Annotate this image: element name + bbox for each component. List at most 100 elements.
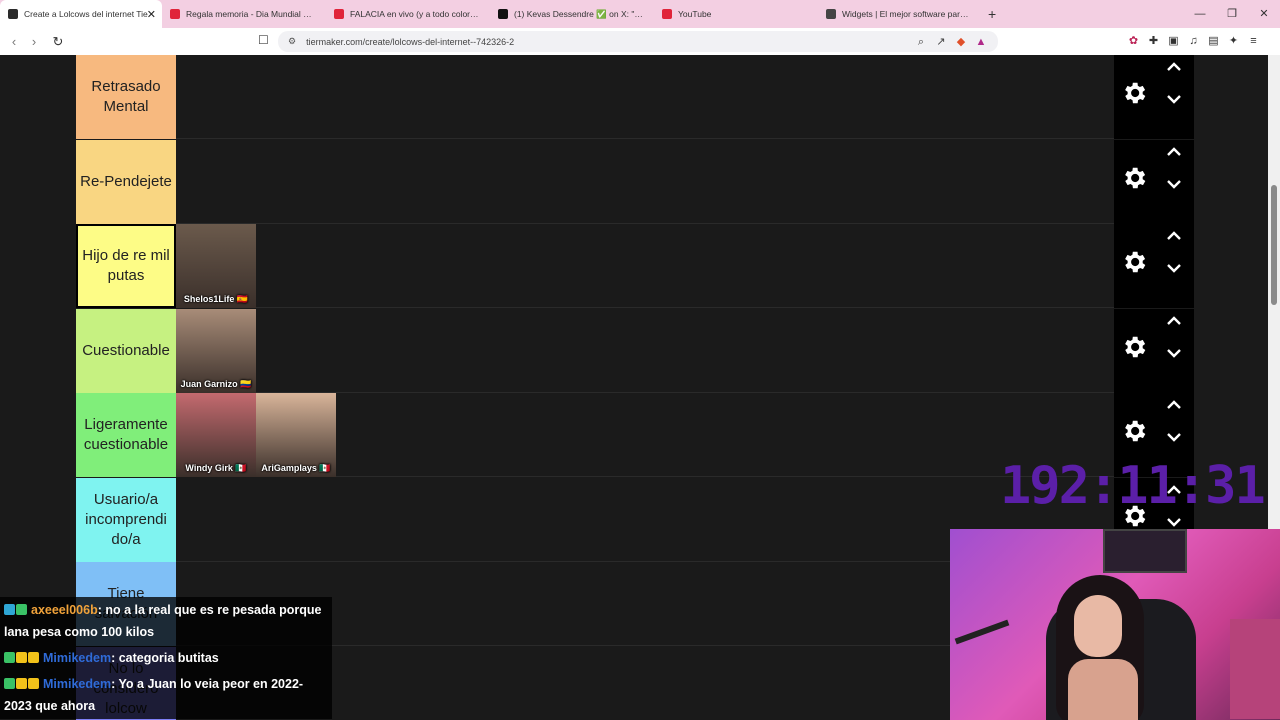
tier-controls (1114, 308, 1194, 393)
chevron-up-icon[interactable] (1164, 142, 1184, 162)
address-bar[interactable]: ⚙ tiermaker.com/create/lolcows-del-inter… (278, 31, 998, 52)
brave-shields-icon[interactable]: ◆ (952, 33, 970, 51)
sidebar-icon[interactable]: ▣ (1165, 32, 1182, 50)
tab-regala-memoria[interactable]: Regala memoria - Dia Mundial del Al (162, 0, 326, 28)
youtube-favicon-icon (662, 9, 672, 19)
tier-label[interactable]: Hijo de re mil putas (76, 224, 176, 308)
microphone-arm (954, 619, 1010, 645)
chat-badge-icon (16, 678, 27, 689)
background-shelf (1230, 619, 1280, 719)
tab-title: Regala memoria - Dia Mundial del Al (186, 9, 316, 19)
close-tab-icon[interactable]: ✕ (147, 8, 156, 21)
scrollbar-thumb[interactable] (1271, 185, 1277, 305)
window-controls: — ❐ ✕ (1184, 0, 1280, 28)
tier-row: Cuestionable Juan Garnizo 🇨🇴 (76, 308, 1114, 393)
tier-label[interactable]: Usuario/a incomprendi do/a (76, 477, 176, 562)
new-tab-button[interactable]: + (988, 6, 996, 22)
chat-badge-icon (28, 652, 39, 663)
tier-row: Retrasado Mental (76, 55, 1114, 139)
chevron-down-icon[interactable] (1164, 343, 1184, 363)
gear-icon[interactable] (1120, 164, 1148, 192)
tier-item-card[interactable]: Windy Girk 🇲🇽 (176, 393, 256, 477)
tab-x-kevas[interactable]: (1) Kevas Dessendre ✅ on X: "@Ha (490, 0, 654, 28)
puzzle-icon[interactable]: ✚ (1145, 32, 1162, 50)
reload-icon[interactable]: ↻ (48, 34, 68, 50)
leo-icon[interactable]: ✦ (1225, 32, 1242, 50)
x-favicon-icon (498, 9, 508, 19)
media-icon[interactable]: ♫ (1185, 32, 1202, 50)
brave-rewards-icon[interactable]: ▲ (972, 33, 990, 51)
bookmark-icon[interactable]: ☐ (258, 33, 269, 47)
url-text: tiermaker.com/create/lolcows-del-interne… (306, 36, 515, 47)
close-window-icon[interactable]: ✕ (1248, 0, 1280, 28)
chat-username: Mimikedem (43, 651, 112, 665)
widgets-favicon-icon (826, 9, 836, 19)
tiermaker-favicon-icon (8, 9, 18, 19)
chat-badge-icon (16, 652, 27, 663)
chat-badge-icon (4, 604, 15, 615)
tier-item-caption: AriGamplays 🇲🇽 (261, 463, 331, 473)
restore-icon[interactable]: ❐ (1216, 0, 1248, 28)
tier-item-caption: Shelos1Life 🇪🇸 (183, 294, 249, 304)
chat-badge-icon (4, 652, 15, 663)
chevron-up-icon[interactable] (1164, 57, 1184, 77)
zoom-icon[interactable]: ⌕ (912, 33, 930, 51)
chat-text: : categoria butitas (111, 651, 219, 665)
site-info-icon[interactable]: ⚙ (288, 36, 296, 47)
tier-item-card[interactable]: Shelos1Life 🇪🇸 (176, 224, 256, 308)
tier-controls (1114, 224, 1194, 308)
menu-icon[interactable]: ≡ (1245, 32, 1262, 50)
gear-icon[interactable] (1120, 417, 1148, 445)
tab-title: Create a Lolcows del internet Tie (24, 9, 148, 19)
webcam-overlay (950, 529, 1280, 720)
chevron-down-icon[interactable] (1164, 427, 1184, 447)
tab-title: YouTube (678, 9, 712, 19)
tier-items[interactable]: Juan Garnizo 🇨🇴 (176, 308, 256, 393)
chevron-down-icon[interactable] (1164, 258, 1184, 278)
tier-controls (1114, 55, 1194, 139)
wallet-icon[interactable]: ▤ (1205, 32, 1222, 50)
chat-overlay: axeeel006b: no a la real que es re pesad… (0, 597, 332, 720)
gear-icon[interactable] (1120, 248, 1148, 276)
tier-items[interactable]: Windy Girk 🇲🇽 AriGamplays 🇲🇽 (176, 393, 336, 477)
stream-timer: 192:11:31 (1000, 456, 1266, 516)
tab-tiermaker[interactable]: Create a Lolcows del internet Tie ✕ (0, 0, 162, 28)
chat-badge-icon (4, 678, 15, 689)
tier-item-card[interactable]: Juan Garnizo 🇨🇴 (176, 308, 256, 393)
gear-icon[interactable] (1120, 79, 1148, 107)
extension-icon[interactable]: ✿ (1125, 32, 1142, 50)
tab-youtube[interactable]: YouTube (654, 0, 818, 28)
tab-strip: Create a Lolcows del internet Tie ✕ Regal… (0, 0, 1280, 28)
share-icon[interactable]: ↗ (932, 33, 950, 51)
tier-item-caption: Windy Girk 🇲🇽 (185, 463, 247, 473)
minimize-icon[interactable]: — (1184, 0, 1216, 28)
navigation-bar: ‹ › ↻ ☐ ⚙ tiermaker.com/create/lolcows-d… (0, 28, 1280, 55)
tier-items[interactable]: Shelos1Life 🇪🇸 (176, 224, 256, 308)
chat-badge-icon (28, 678, 39, 689)
back-icon[interactable]: ‹ (4, 34, 24, 49)
tab-falacia[interactable]: FALACIA en vivo (y a todo color) - R (326, 0, 490, 28)
gear-icon[interactable] (1120, 333, 1148, 361)
chevron-down-icon[interactable] (1164, 89, 1184, 109)
chevron-up-icon[interactable] (1164, 226, 1184, 246)
tab-title: (1) Kevas Dessendre ✅ on X: "@Ha (514, 8, 644, 19)
chat-message: Mimikedem: categoria butitas (0, 645, 332, 671)
tier-label[interactable]: Re-Pendejete (76, 139, 176, 224)
tier-item-card[interactable]: AriGamplays 🇲🇽 (256, 393, 336, 477)
forward-icon[interactable]: › (24, 34, 44, 49)
tier-label[interactable]: Retrasado Mental (76, 55, 176, 139)
tab-widgets[interactable]: Widgets | El mejor software para pot (818, 0, 982, 28)
chevron-down-icon[interactable] (1164, 174, 1184, 194)
chat-username: axeeel006b (31, 603, 98, 617)
chevron-up-icon[interactable] (1164, 311, 1184, 331)
chat-badge-icon (16, 604, 27, 615)
tier-label[interactable]: Cuestionable (76, 308, 176, 393)
tier-controls (1114, 139, 1194, 224)
tier-row: Ligeramente cuestionable Windy Girk 🇲🇽 Ari… (76, 393, 1114, 477)
tab-title: Widgets | El mejor software para pot (842, 9, 972, 19)
chevron-up-icon[interactable] (1164, 395, 1184, 415)
chat-message: axeeel006b: no a la real que es re pesad… (0, 597, 332, 645)
youtube-favicon-icon (170, 9, 180, 19)
chat-message: Mimikedem: Yo a Juan lo veia peor en 202… (0, 671, 332, 719)
tier-label[interactable]: Ligeramente cuestionable (76, 393, 176, 477)
